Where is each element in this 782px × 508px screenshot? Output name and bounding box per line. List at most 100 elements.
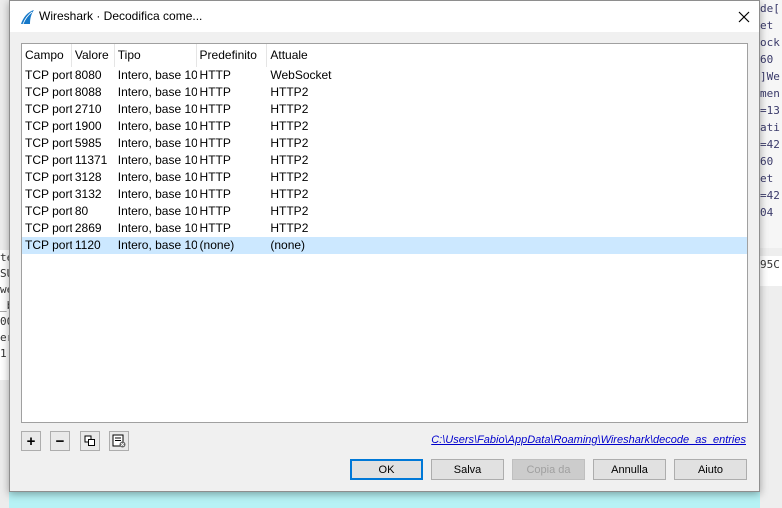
background-code-line: er: [0, 331, 9, 344]
background-code-line: =42: [760, 189, 780, 202]
close-icon: [738, 11, 750, 22]
cell-campo: TCP port: [25, 187, 72, 201]
ok-button[interactable]: OK: [350, 459, 423, 480]
cell-attuale: HTTP2: [270, 204, 309, 218]
cell-attuale: HTTP2: [270, 102, 309, 116]
cell-campo: TCP port: [25, 136, 72, 150]
table-row[interactable]: TCP port 3132 Intero, base 10 HTTP HTTP2: [22, 186, 747, 203]
help-button[interactable]: Aiuto: [674, 459, 747, 480]
cell-valore: 1120: [74, 238, 101, 252]
background-code-right: de[et ock 60 ]We men =13 ati =42 60 et =42 04: [760, 0, 782, 248]
table-row[interactable]: TCP port 2710 Intero, base 10 HTTP HTTP2: [22, 101, 747, 118]
cell-tipo: Intero, base 10: [117, 136, 197, 150]
cell-attuale: HTTP2: [270, 153, 309, 167]
cell-tipo: Intero, base 10: [117, 68, 197, 82]
background-code-line: we: [0, 283, 9, 296]
background-code-line: 00: [0, 315, 9, 328]
window-title: Wireshark · Decodifica come...: [39, 9, 203, 23]
cancel-button[interactable]: Annulla: [593, 459, 666, 480]
column-header-valore[interactable]: Valore: [72, 44, 115, 67]
cell-tipo: Intero, base 10: [117, 204, 197, 218]
background-code-line: =13: [760, 104, 780, 117]
decode-as-table[interactable]: Campo Valore Tipo Predefinito Attuale TC…: [21, 43, 748, 423]
clear-entries-button[interactable]: [109, 431, 129, 451]
cell-valore: 8088: [74, 85, 102, 99]
cell-valore: 2869: [74, 221, 102, 235]
column-header-attuale[interactable]: Attuale: [267, 44, 747, 67]
cell-predefinito: HTTP: [199, 85, 231, 99]
cell-attuale: HTTP2: [270, 221, 309, 235]
cell-attuale: (none): [270, 238, 306, 252]
cell-predefinito: HTTP: [199, 153, 231, 167]
cell-valore: 80: [74, 204, 89, 218]
cell-predefinito: HTTP: [199, 119, 231, 133]
background-code-line: 1: [0, 347, 7, 360]
cell-predefinito: HTTP: [199, 170, 231, 184]
background-code-line: 60: [760, 53, 780, 66]
cell-tipo: Intero, base 10: [117, 85, 197, 99]
background-code-line: ock: [760, 36, 780, 49]
column-header-campo[interactable]: Campo: [22, 44, 72, 67]
table-row[interactable]: TCP port 11371 Intero, base 10 HTTP HTTP2: [22, 152, 747, 169]
background-code-line: ati: [760, 121, 780, 134]
background-code-line: ]We: [760, 70, 780, 83]
background-code-line: te: [0, 251, 9, 264]
cell-campo: TCP port: [25, 153, 72, 167]
cell-campo: TCP port: [25, 221, 72, 235]
background-code-line: men: [760, 87, 780, 100]
background-code-line: 60: [760, 155, 780, 168]
cell-tipo: Intero, base 10: [117, 187, 197, 201]
cell-valore: 2710: [74, 102, 102, 116]
add-icon: +: [26, 432, 36, 450]
cell-predefinito: HTTP: [199, 187, 231, 201]
column-header-tipo[interactable]: Tipo: [115, 44, 197, 67]
table-row[interactable]: TCP port 80 Intero, base 10 HTTP HTTP2: [22, 203, 747, 220]
cell-valore: 3132: [74, 187, 102, 201]
cell-valore: 8080: [74, 68, 102, 82]
cell-attuale: HTTP2: [270, 85, 309, 99]
cell-campo: TCP port: [25, 102, 72, 116]
cell-predefinito: HTTP: [199, 68, 231, 82]
cell-campo: TCP port: [25, 170, 72, 184]
cell-predefinito: HTTP: [199, 102, 231, 116]
wireshark-fin-icon: [21, 10, 34, 25]
background-code-line: et: [760, 19, 780, 32]
cell-attuale: WebSocket: [270, 68, 332, 82]
table-row[interactable]: TCP port 5985 Intero, base 10 HTTP HTTP2: [22, 135, 747, 152]
remove-icon: −: [55, 432, 65, 450]
config-file-path-link[interactable]: C:\Users\Fabio\AppData\Roaming\Wireshark…: [431, 434, 746, 446]
close-button[interactable]: [729, 1, 759, 32]
cell-tipo: Intero, base 10: [117, 170, 197, 184]
cell-predefinito: HTTP: [199, 136, 231, 150]
cell-predefinito: HTTP: [199, 204, 231, 218]
background-code-line: _b: [0, 299, 9, 312]
cell-valore: 5985: [74, 136, 102, 150]
table-row[interactable]: TCP port 1900 Intero, base 10 HTTP HTTP2: [22, 118, 747, 135]
background-code-left: te SU we _b 00 er 1: [0, 250, 9, 380]
cell-campo: TCP port: [25, 204, 72, 218]
cell-tipo: Intero, base 10: [117, 102, 197, 116]
background-code-right-lower: 95C: [760, 256, 782, 286]
cell-attuale: HTTP2: [270, 170, 309, 184]
table-row[interactable]: TCP port 8080 Intero, base 10 HTTP WebSocket: [22, 67, 747, 84]
cell-attuale: HTTP2: [270, 187, 309, 201]
table-header: Campo Valore Tipo Predefinito Attuale: [22, 44, 747, 67]
cell-tipo: Intero, base 10: [117, 153, 197, 167]
copy-entry-button[interactable]: [80, 431, 100, 451]
background-code-line: et: [760, 172, 780, 185]
table-row[interactable]: TCP port 2869 Intero, base 10 HTTP HTTP2: [22, 220, 747, 237]
add-entry-button[interactable]: +: [21, 431, 41, 451]
background-code-line: 04: [760, 206, 780, 219]
cell-predefinito: (none): [199, 238, 235, 252]
cell-valore: 11371: [74, 153, 108, 167]
title-bar: Wireshark · Decodifica come...: [10, 1, 759, 32]
save-button[interactable]: Salva: [431, 459, 504, 480]
table-row[interactable]: TCP port 8088 Intero, base 10 HTTP HTTP2: [22, 84, 747, 101]
cell-tipo: Intero, base 10: [117, 119, 197, 133]
copy-icon: [84, 435, 95, 446]
remove-entry-button[interactable]: −: [50, 431, 70, 451]
table-row[interactable]: TCP port 3128 Intero, base 10 HTTP HTTP2: [22, 169, 747, 186]
cell-attuale: HTTP2: [270, 136, 309, 150]
column-header-predefinito[interactable]: Predefinito: [197, 44, 268, 67]
table-row[interactable]: TCP port 1120 Intero, base 10 (none) (none): [22, 237, 747, 254]
